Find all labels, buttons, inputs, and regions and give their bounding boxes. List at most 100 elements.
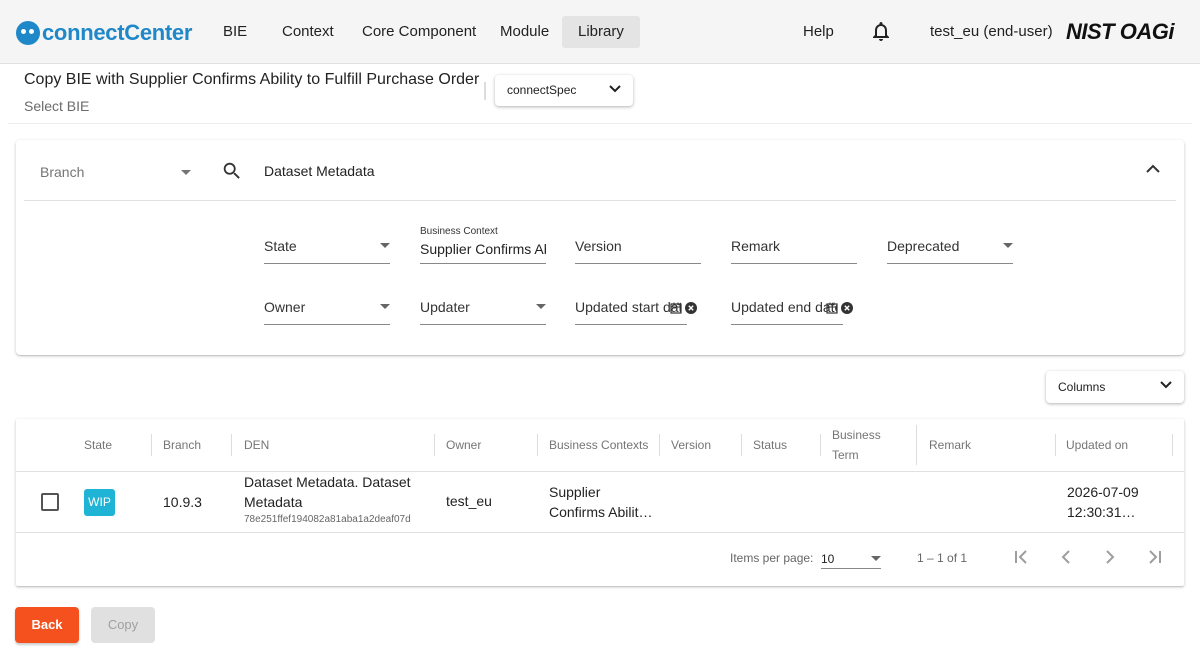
updated-start-date-label: Updated start date: [575, 299, 681, 315]
help-link[interactable]: Help: [803, 16, 834, 48]
bie-table: State Branch DEN Owner Business Contexts…: [16, 419, 1184, 586]
connect-center-logo[interactable]: connectCenter: [16, 18, 192, 48]
business-context-filter[interactable]: Business Context Supplier Confirms Abili…: [420, 226, 546, 264]
column-divider[interactable]: [1172, 434, 1173, 456]
cell-owner: test_eu: [446, 493, 492, 509]
last-page-icon[interactable]: [1145, 548, 1163, 566]
business-term-line2: Term: [832, 448, 859, 462]
updater-filter[interactable]: Updater: [420, 291, 546, 325]
column-divider[interactable]: [741, 434, 742, 456]
paginator: Items per page: 10 1 – 1 of 1: [16, 533, 1184, 586]
first-page-icon[interactable]: [1013, 548, 1031, 566]
nav-library[interactable]: Library: [562, 16, 640, 48]
column-header-branch[interactable]: Branch: [163, 419, 201, 471]
column-divider[interactable]: [1055, 434, 1056, 456]
business-context-filter-value: Supplier Confirms Ability to Fulfill Pur…: [420, 241, 546, 257]
items-per-page-select[interactable]: 10: [821, 545, 881, 569]
dropdown-arrow-icon: [380, 243, 390, 248]
cell-branch: 10.9.3: [163, 494, 202, 510]
column-divider[interactable]: [231, 434, 232, 456]
release-select[interactable]: connectSpec: [495, 75, 633, 106]
column-header-owner[interactable]: Owner: [446, 419, 481, 471]
page-range: 1 – 1 of 1: [917, 551, 968, 565]
cell-den-line1[interactable]: Dataset Metadata. Dataset: [244, 472, 411, 492]
release-select-value: connectSpec: [507, 83, 577, 97]
remark-filter[interactable]: Remark: [731, 230, 857, 264]
next-page-icon[interactable]: [1101, 548, 1119, 566]
column-header-den[interactable]: DEN: [244, 419, 269, 471]
column-header-business-term[interactable]: Business Term: [832, 419, 881, 471]
search-input[interactable]: Dataset Metadata: [264, 163, 375, 179]
nav-module[interactable]: Module: [484, 16, 565, 48]
state-filter[interactable]: State: [264, 230, 390, 264]
dropdown-arrow-icon: [1003, 243, 1013, 248]
clear-icon[interactable]: [685, 302, 697, 314]
clear-icon[interactable]: [841, 302, 853, 314]
column-header-updated-on[interactable]: Updated on: [1066, 419, 1128, 471]
branch-select[interactable]: Branch: [40, 164, 84, 180]
cell-business-context-line1: Supplier: [549, 484, 601, 500]
title-divider: [484, 82, 486, 100]
column-header-state[interactable]: State: [84, 419, 112, 471]
version-filter[interactable]: Version: [575, 230, 701, 264]
business-term-line1: Business: [832, 428, 881, 442]
back-button[interactable]: Back: [15, 607, 79, 643]
column-divider[interactable]: [659, 434, 660, 456]
column-header-remark[interactable]: Remark: [929, 419, 971, 471]
items-per-page-label: Items per page:: [730, 551, 814, 565]
nav-core-component[interactable]: Core Component: [346, 16, 492, 48]
nav-context[interactable]: Context: [266, 16, 350, 48]
column-header-version[interactable]: Version: [671, 419, 711, 471]
business-context-filter-label: Business Context: [420, 226, 498, 237]
copy-button[interactable]: Copy: [91, 607, 155, 643]
owner-filter-label: Owner: [264, 299, 306, 315]
page-subtitle: Select BIE: [24, 98, 90, 114]
remark-filter-label: Remark: [731, 238, 781, 254]
deprecated-filter[interactable]: Deprecated: [887, 230, 1013, 264]
search-panel: Branch Dataset Metadata State Business C…: [16, 140, 1184, 355]
state-filter-label: State: [264, 238, 297, 254]
column-divider[interactable]: [151, 434, 152, 456]
cell-updated-date: 2026-07-09: [1067, 484, 1139, 500]
calendar-icon[interactable]: [826, 302, 838, 314]
previous-page-icon[interactable]: [1057, 548, 1075, 566]
search-panel-divider: [24, 200, 1176, 201]
nist-oagi-logo: NIST OAGi: [1066, 19, 1174, 44]
logo-text: connectCenter: [42, 20, 193, 45]
columns-select[interactable]: Columns: [1046, 371, 1184, 403]
column-header-status[interactable]: Status: [753, 419, 787, 471]
page-title: Copy BIE with Supplier Confirms Ability …: [24, 71, 480, 88]
column-divider[interactable]: [820, 434, 821, 456]
dropdown-arrow-icon: [536, 304, 546, 309]
date-actions: [826, 302, 853, 314]
version-filter-label: Version: [575, 238, 622, 254]
calendar-icon[interactable]: [670, 302, 682, 314]
column-divider[interactable]: [434, 434, 435, 456]
cell-business-context-line2: Confirms Abilit…: [549, 504, 653, 520]
notification-bell-icon[interactable]: [872, 22, 890, 42]
header-divider: [8, 123, 1192, 124]
table-header-divider: [16, 471, 1184, 472]
column-divider[interactable]: [537, 434, 538, 456]
cell-den-line2[interactable]: Metadata: [244, 492, 302, 512]
owner-filter[interactable]: Owner: [264, 291, 390, 325]
logo-icon: [16, 21, 40, 45]
updated-end-date-label: Updated end date: [731, 299, 837, 315]
items-per-page-value: 10: [821, 552, 835, 566]
nav-bie[interactable]: BIE: [207, 16, 263, 48]
search-icon[interactable]: [221, 160, 243, 182]
chevron-up-icon[interactable]: [1146, 164, 1160, 174]
row-select-checkbox[interactable]: [41, 493, 59, 511]
updated-end-date-filter[interactable]: Updated end date: [731, 291, 853, 325]
columns-select-label: Columns: [1058, 380, 1106, 394]
dropdown-arrow-icon: [380, 304, 390, 309]
column-header-business-contexts[interactable]: Business Contexts: [549, 419, 648, 471]
date-actions: [670, 302, 697, 314]
updated-start-date-filter[interactable]: Updated start date: [575, 291, 697, 325]
dropdown-arrow-icon: [871, 556, 881, 561]
column-divider[interactable]: [916, 425, 917, 465]
updater-filter-label: Updater: [420, 299, 470, 315]
top-toolbar: connectCenter BIE Context Core Component…: [0, 0, 1200, 64]
cell-den-guid: 78e251ffef194082a81aba1a2deaf07d: [244, 514, 411, 525]
user-menu[interactable]: test_eu (end-user): [930, 16, 1053, 48]
